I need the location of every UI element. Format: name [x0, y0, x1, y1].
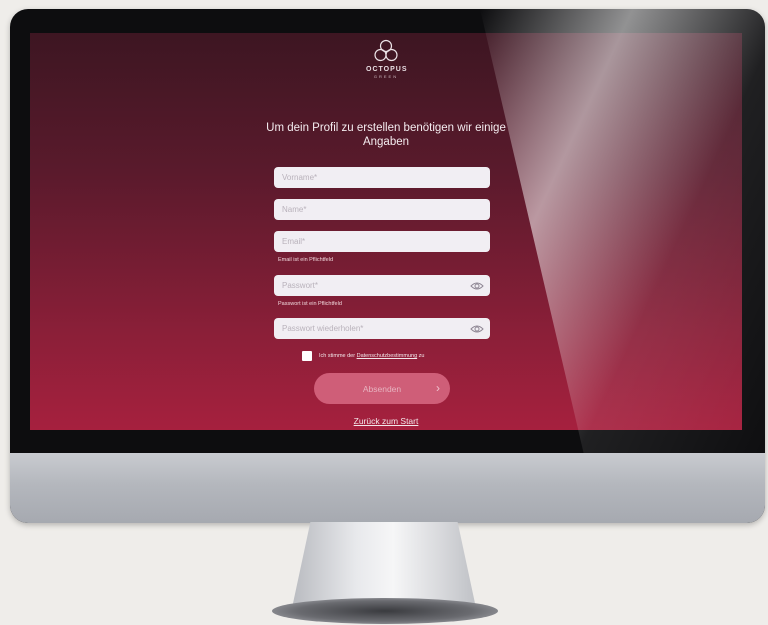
vorname-input[interactable]: [280, 172, 484, 183]
app-screen: OCTOPUS GREEN Um dein Profil zu erstelle…: [30, 33, 742, 430]
email-field[interactable]: [274, 231, 490, 252]
passwort-wiederholen-input[interactable]: [280, 323, 470, 334]
brand-sub: GREEN: [373, 74, 399, 79]
back-to-start-link[interactable]: Zurück zum Start: [346, 416, 426, 426]
eye-icon[interactable]: [470, 324, 484, 334]
brand-logo: OCTOPUS GREEN: [366, 39, 408, 91]
consent-row: Ich stimme der Datenschutzbestimmung zu: [302, 351, 424, 361]
page-title: Um dein Profil zu erstellen benötigen wi…: [266, 122, 506, 148]
monitor: OCTOPUS GREEN Um dein Profil zu erstelle…: [10, 9, 765, 523]
monitor-chin: [10, 453, 765, 523]
chevron-right-icon: ›: [436, 381, 440, 395]
name-field[interactable]: [274, 199, 490, 220]
eye-icon[interactable]: [470, 281, 484, 291]
vorname-field[interactable]: [274, 167, 490, 188]
monitor-base: [272, 598, 498, 624]
monitor-stand: [292, 522, 476, 608]
consent-label: Ich stimme der Datenschutzbestimmung zu: [319, 353, 425, 359]
passwort-error: Passwort ist ein Pflichtfeld: [278, 301, 342, 307]
brand-name: OCTOPUS: [366, 66, 408, 73]
passwort-wiederholen-field[interactable]: [274, 318, 490, 339]
privacy-policy-link[interactable]: Datenschutzbestimmung: [357, 353, 418, 359]
passwort-input[interactable]: [280, 280, 470, 291]
submit-label: Absenden: [362, 383, 402, 394]
octopus-logo-icon: [374, 39, 398, 62]
submit-button[interactable]: Absenden ›: [314, 373, 450, 404]
email-input[interactable]: [280, 236, 484, 247]
consent-checkbox[interactable]: [302, 351, 312, 361]
email-error: Email ist ein Pflichtfeld: [278, 257, 334, 263]
name-input[interactable]: [280, 204, 484, 215]
passwort-field[interactable]: [274, 275, 490, 296]
